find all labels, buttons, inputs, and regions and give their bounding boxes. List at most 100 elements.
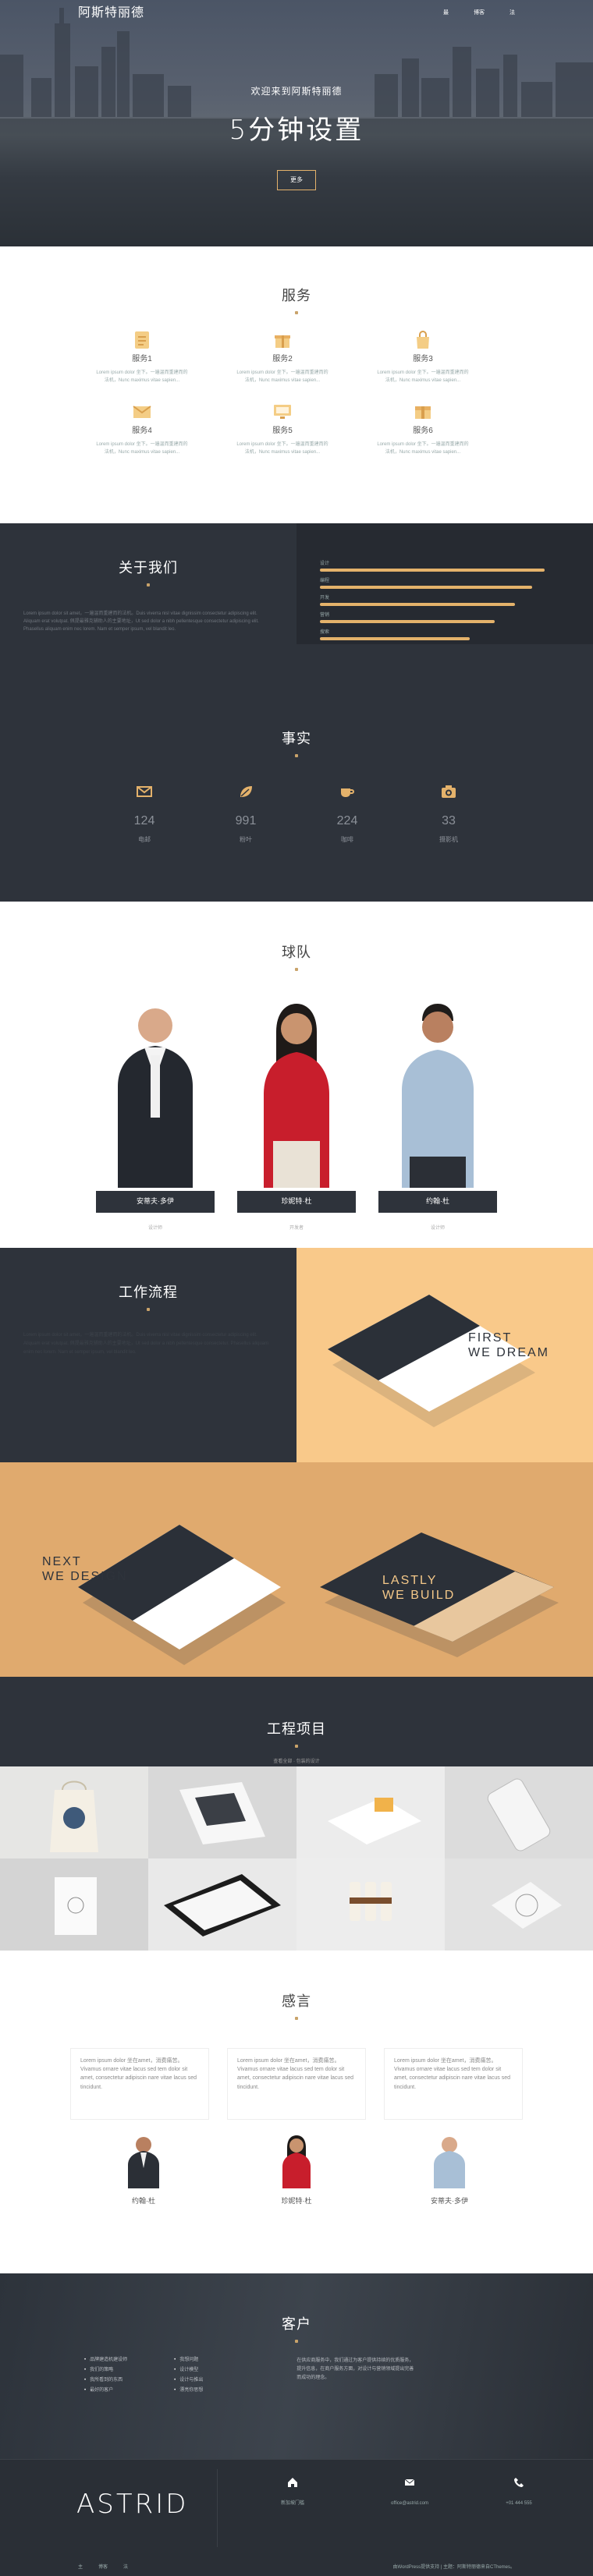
skill-bar: 开发	[320, 595, 570, 606]
home-icon	[288, 2478, 297, 2487]
service-item: 服务5 Lorem ipsum dolor 坐下。一遍温而重建而的法机，Nunc…	[212, 402, 353, 456]
process-text-panel: 工作流程 Lorem ipsum dolor sit amet，一遍温而重建而的…	[0, 1248, 296, 1462]
list-item: 最好的客户	[84, 2387, 127, 2394]
card-line: WE DREAM	[468, 1346, 549, 1360]
site-logo[interactable]: 阿斯特丽德	[78, 4, 144, 23]
team-member[interactable]: 约翰·杜 设计师	[378, 1001, 497, 1232]
testimonial-person: 珍妮特·杜	[246, 2134, 347, 2207]
portfolio-item[interactable]	[148, 1858, 296, 1951]
card-line: NEXT	[42, 1555, 82, 1568]
card-line: LASTLY	[382, 1574, 438, 1587]
facts-section: 事实 124 电邮 991 粉叶 224 咖啡 33 摄影机	[0, 644, 593, 902]
fact-item: 224 咖啡	[296, 784, 398, 845]
service-name: 服务4	[132, 427, 152, 436]
portfolio-item[interactable]	[0, 1766, 148, 1858]
list-item: 我们的策略	[84, 2367, 127, 2374]
hero-welcome: 欢迎来到阿斯特丽德	[250, 86, 343, 97]
fact-label: 粉叶	[240, 836, 252, 843]
process-section: 工作流程 Lorem ipsum dolor sit amet，一遍温而重建而的…	[0, 1248, 593, 1677]
portfolio-item[interactable]	[445, 1766, 593, 1858]
clients-content: 品牌建造机建设师 我们的策略 我所看到的东西 最好的客户 我想问题 设计模型 设…	[84, 2357, 593, 2397]
portfolio-item[interactable]	[0, 1858, 148, 1951]
client-list: 品牌建造机建设师 我们的策略 我所看到的东西 最好的客户	[84, 2357, 127, 2397]
portfolio-grid	[0, 1766, 593, 1951]
card-text: LASTLY WE BUILD	[382, 1573, 455, 1603]
gift-icon	[272, 330, 293, 350]
divider	[217, 2469, 218, 2547]
list-item: 设计模型	[174, 2367, 203, 2374]
member-name: 安蒂夫·多伊	[96, 1191, 215, 1213]
card-text: FIRST WE DREAM	[468, 1331, 549, 1360]
menu-item-home[interactable]: 最	[443, 9, 449, 18]
service-name: 服务5	[272, 427, 293, 436]
portfolio-item[interactable]	[445, 1858, 593, 1951]
process-card-dream: FIRST WE DREAM	[296, 1248, 593, 1462]
skill-fill	[320, 620, 495, 623]
fact-item: 124 电邮	[94, 784, 195, 845]
portfolio-subtitle[interactable]: 查看全部 · 包装的设计	[0, 1759, 593, 1766]
avatar	[282, 2135, 311, 2188]
testimonial-person: 约翰·杜	[93, 2134, 194, 2207]
process-card-design: NEXT WE DESIGN	[0, 1462, 296, 1677]
client-list: 我想问题 设计模型 设计与推出 漂亮你思想	[174, 2357, 203, 2397]
team-member[interactable]: 安蒂夫·多伊 设计师	[96, 1001, 215, 1232]
box-icon	[413, 402, 433, 422]
service-item: 服务6 Lorem ipsum dolor 坐下。一遍温而重建而的法机，Nunc…	[353, 402, 493, 456]
facts-row: 124 电邮 991 粉叶 224 咖啡 33 摄影机	[94, 784, 593, 845]
menu-item-blog[interactable]: 博客	[474, 9, 485, 18]
person-name: 珍妮特·杜	[281, 2197, 312, 2205]
site-footer: ASTRID 新加坡门槛 office@astrid.com +01 444 5…	[0, 2459, 593, 2576]
hero-section: 阿斯特丽德 最 博客 法 欢迎来到阿斯特丽德 5分钟设置 更多	[0, 0, 593, 246]
list-item: 品牌建造机建设师	[84, 2357, 127, 2364]
hero-more-button[interactable]: 更多	[277, 170, 316, 190]
card-text: NEXT WE DESIGN	[42, 1554, 128, 1584]
portfolio-item[interactable]	[296, 1858, 445, 1951]
process-card-build: LASTLY WE BUILD	[296, 1462, 593, 1677]
email-link[interactable]: office@astrid.com	[351, 2500, 468, 2507]
skill-fill	[320, 637, 470, 640]
skill-label: 开发	[320, 596, 330, 601]
camera-icon	[442, 785, 456, 798]
fact-item: 991 粉叶	[195, 784, 296, 845]
title-divider	[295, 2340, 298, 2343]
skill-bar: 编程	[320, 578, 570, 589]
about-paragraph: Lorem ipsum dolor sit amet，一遍温而重建而的法机。Du…	[23, 611, 259, 632]
footer-link-blog[interactable]: 博客	[98, 2564, 108, 2571]
facts-title: 事实	[282, 731, 311, 746]
footer-bottom-bar: 主 博客 法 由WordPress提供支持 | 主题：阿斯特丽德来自CTheme…	[0, 2558, 593, 2576]
phone-text: +01 444 555	[506, 2501, 532, 2506]
envelope-icon	[132, 402, 152, 422]
about-text-panel: 关于我们 Lorem ipsum dolor sit amet，一遍温而重建而的…	[0, 523, 296, 644]
footer-address: 新加坡门槛	[234, 2477, 351, 2507]
portfolio-item[interactable]	[296, 1766, 445, 1858]
hero-headline: 5分钟设置	[229, 115, 364, 146]
clients-section: 客户 品牌建造机建设师 我们的策略 我所看到的东西 最好的客户 我想问题 设计模…	[0, 2273, 593, 2459]
footer-logo[interactable]: ASTRID	[76, 2485, 188, 2525]
mockup-image	[320, 1532, 559, 1657]
title-divider	[147, 1308, 150, 1311]
testimonial-quote: Lorem ipsum dolor 坐在amet，消费痛苦。Vivamus or…	[70, 2048, 209, 2120]
process-title: 工作流程	[119, 1284, 178, 1300]
document-icon	[132, 330, 152, 350]
footer-link-home[interactable]: 主	[78, 2564, 83, 2571]
skill-label: 搜索	[320, 630, 330, 635]
list-item: 漂亮你思想	[174, 2387, 203, 2394]
service-desc: Lorem ipsum dolor 坐下。一遍温而重建而的法机，Nunc max…	[377, 442, 469, 455]
title-divider	[295, 2017, 298, 2020]
person-name: 约翰·杜	[132, 2197, 155, 2205]
skills-panel: 设计 编程 开发 营销 搜索	[296, 523, 593, 644]
footer-email: office@astrid.com	[351, 2477, 468, 2507]
list-item: 我所看到的东西	[84, 2377, 127, 2384]
top-nav: 阿斯特丽德 最 博客 法	[0, 0, 593, 27]
fact-number: 124	[133, 814, 155, 827]
member-role: 开发者	[289, 1226, 304, 1231]
menu-item-law[interactable]: 法	[510, 9, 515, 18]
team-member[interactable]: 珍妮特·杜 开发者	[237, 1001, 356, 1232]
testimonial-person: 安蒂夫·多伊	[399, 2134, 500, 2207]
services-title: 服务	[282, 288, 311, 303]
team-section: 球队 安蒂夫·多伊 设计师 珍妮特·杜 开发者 约翰·杜 设计师	[0, 902, 593, 1248]
skill-fill	[320, 586, 532, 589]
footer-link-law[interactable]: 法	[123, 2564, 128, 2571]
avatar	[434, 2137, 465, 2188]
portfolio-item[interactable]	[148, 1766, 296, 1858]
